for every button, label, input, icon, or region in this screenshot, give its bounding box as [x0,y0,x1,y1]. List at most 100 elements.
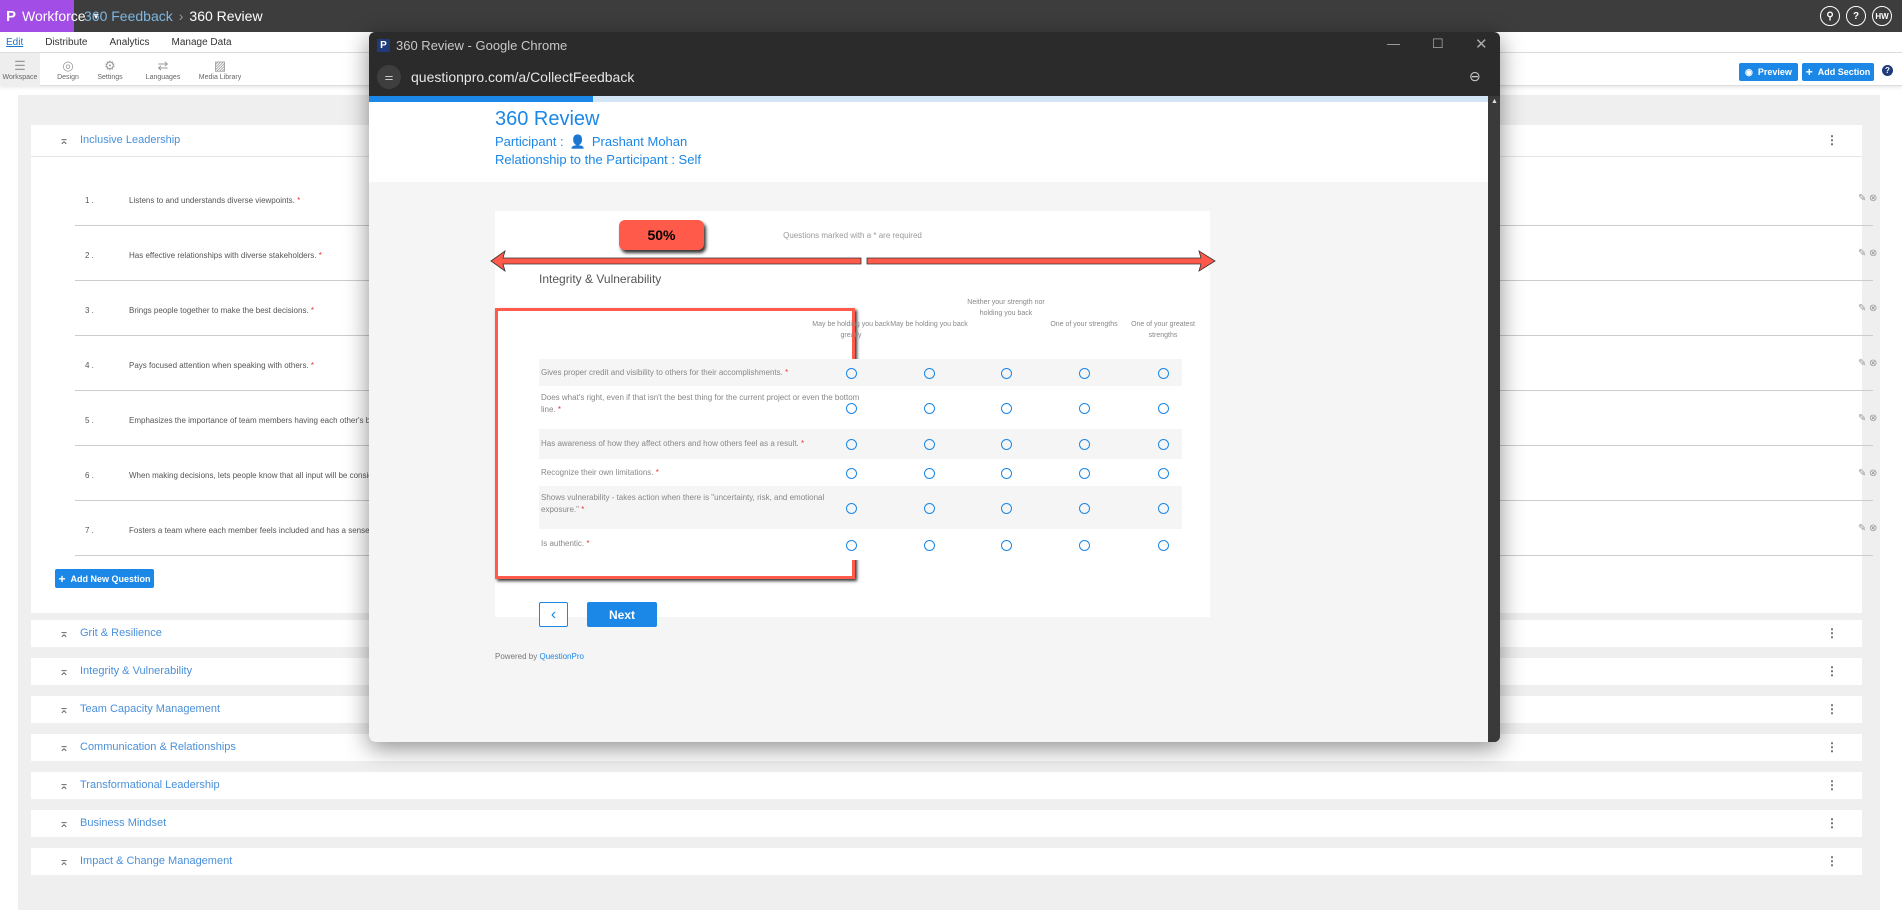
menu-edit[interactable]: Edit [6,37,23,48]
question-text: Brings people together to make the best … [129,306,314,315]
expand-icon[interactable]: ⌅ [59,702,69,716]
radio-option[interactable] [924,502,935,514]
more-options-icon[interactable]: ⋮ [1826,702,1838,716]
expand-icon[interactable]: ⌅ [59,626,69,640]
window-titlebar[interactable]: P 360 Review - Google Chrome — ☐ ✕ [369,32,1500,58]
radio-option[interactable] [846,539,857,551]
radio-option[interactable] [1158,439,1169,450]
scrollbar[interactable]: ▲ [1488,96,1500,742]
expand-icon[interactable]: ⌅ [59,740,69,754]
radio-option[interactable] [1079,467,1090,479]
radio-option[interactable] [1001,367,1012,379]
question-text-label: Emphasizes the importance of team member… [129,416,396,425]
more-options-icon[interactable]: ⋮ [1826,740,1838,754]
menu-distribute[interactable]: Distribute [45,37,87,48]
more-options-icon[interactable]: ⋮ [1826,854,1838,868]
radio-option[interactable] [924,402,935,414]
minimize-icon[interactable]: — [1387,36,1400,51]
radio-option[interactable] [846,502,857,514]
add-new-question-button[interactable]: + Add New Question [55,569,154,588]
edit-icon[interactable]: ✎ [1858,193,1866,204]
delete-icon[interactable]: ⊗ [1869,468,1877,479]
radio-option[interactable] [1001,402,1012,414]
next-button[interactable]: Next [587,602,657,627]
row-question: Gives proper credit and visibility to ot… [541,367,863,379]
expand-icon[interactable]: ⌅ [59,778,69,792]
product-switcher[interactable]: P Workforce ▼ [0,0,100,32]
help-icon[interactable]: ? [1846,6,1866,26]
radio-option[interactable] [1079,367,1090,379]
delete-icon[interactable]: ⊗ [1869,248,1877,259]
expand-icon[interactable]: ⌅ [59,664,69,678]
more-options-icon[interactable]: ⋮ [1826,626,1838,640]
delete-icon[interactable]: ⊗ [1869,413,1877,424]
radio-option[interactable] [924,539,935,551]
search-icon[interactable]: ⚲ [1820,6,1840,26]
edit-icon[interactable]: ✎ [1858,523,1866,534]
radio-option[interactable] [1079,502,1090,514]
delete-icon[interactable]: ⊗ [1869,523,1877,534]
questionpro-link[interactable]: QuestionPro [539,652,583,661]
expand-icon[interactable]: ⌅ [59,816,69,830]
collapsed-section[interactable]: ⌅ Transformational Leadership ⋮ [31,772,1862,799]
radio-option[interactable] [1001,439,1012,450]
delete-icon[interactable]: ⊗ [1869,303,1877,314]
tool-languages[interactable]: ⇄ Languages [138,53,188,86]
menu-analytics[interactable]: Analytics [109,37,149,48]
site-settings-icon[interactable]: ⚌ [377,65,401,89]
radio-option[interactable] [1079,402,1090,414]
back-button[interactable]: ‹ [539,602,568,627]
radio-option[interactable] [1001,467,1012,479]
radio-option[interactable] [924,439,935,450]
delete-icon[interactable]: ⊗ [1869,358,1877,369]
required-mark: * [586,539,590,548]
collapse-icon[interactable]: ⌅ [59,133,69,147]
matrix-section-title: Integrity & Vulnerability [539,272,662,286]
menu-manage-data[interactable]: Manage Data [172,37,232,48]
expand-icon[interactable]: ⌅ [59,854,69,868]
radio-option[interactable] [924,367,935,379]
radio-option[interactable] [846,402,857,414]
radio-option[interactable] [1158,502,1169,514]
more-options-icon[interactable]: ⋮ [1826,664,1838,678]
add-section-button[interactable]: + Add Section [1802,63,1874,81]
more-options-icon[interactable]: ⋮ [1826,816,1838,830]
edit-icon[interactable]: ✎ [1858,248,1866,259]
preview-button[interactable]: ◉ Preview [1739,63,1798,81]
radio-option[interactable] [846,367,857,379]
zoom-out-icon[interactable]: ⊖ [1469,68,1481,85]
add-question-label: Add New Question [70,573,151,584]
more-options-icon[interactable]: ⋮ [1826,778,1838,792]
more-options-icon[interactable]: ⋮ [1826,133,1838,147]
edit-icon[interactable]: ✎ [1858,303,1866,314]
tool-workspace[interactable]: ☰ Workspace [0,53,40,86]
maximize-icon[interactable]: ☐ [1432,36,1444,52]
tool-media-library[interactable]: ▨ Media Library [196,53,244,86]
address-bar[interactable]: ⚌ questionpro.com/a/CollectFeedback ⊖ [369,58,1500,96]
collapsed-section[interactable]: ⌅ Impact & Change Management ⋮ [31,848,1862,875]
edit-icon[interactable]: ✎ [1858,468,1866,479]
radio-option[interactable] [1158,367,1169,379]
tool-label: Design [57,73,79,81]
breadcrumb-360-feedback[interactable]: 360 Feedback [84,8,173,24]
user-avatar[interactable]: HW [1872,6,1892,26]
radio-option[interactable] [1158,402,1169,414]
close-icon[interactable]: ✕ [1475,35,1488,53]
help-icon[interactable]: ? [1882,65,1893,76]
delete-icon[interactable]: ⊗ [1869,193,1877,204]
radio-option[interactable] [924,467,935,479]
radio-option[interactable] [1079,539,1090,551]
collapsed-section[interactable]: ⌅ Business Mindset ⋮ [31,810,1862,837]
radio-option[interactable] [846,467,857,479]
radio-option[interactable] [1079,439,1090,450]
edit-icon[interactable]: ✎ [1858,358,1866,369]
tool-design[interactable]: ◎ Design [48,53,88,86]
radio-option[interactable] [1001,539,1012,551]
radio-option[interactable] [1001,502,1012,514]
radio-option[interactable] [846,439,857,450]
tool-settings[interactable]: ⚙ Settings [90,53,130,86]
edit-icon[interactable]: ✎ [1858,413,1866,424]
scroll-up-icon[interactable]: ▲ [1491,98,1498,105]
radio-option[interactable] [1158,467,1169,479]
radio-option[interactable] [1158,539,1169,551]
